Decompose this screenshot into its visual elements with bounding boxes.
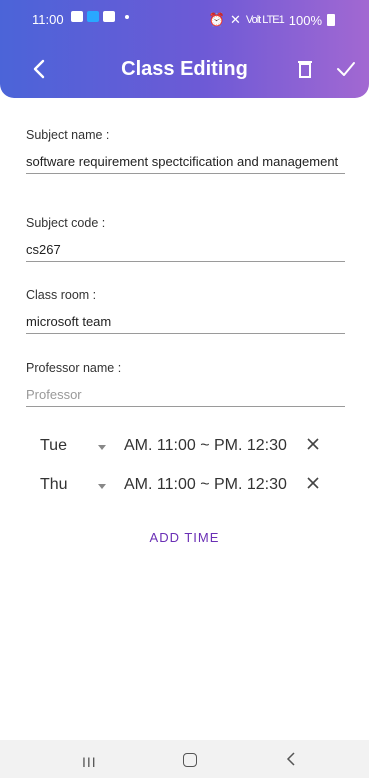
- time-row: Thu AM. 11:00 ~ PM. 12:30: [36, 474, 336, 498]
- home-button[interactable]: [183, 753, 197, 767]
- subject-code-field: Subject code : cs267: [26, 216, 345, 262]
- alarm-icon: ⏰: [208, 12, 225, 27]
- professor-name-field: Professor name : Professor: [26, 361, 345, 407]
- status-right: ⏰ ✕ Volt LTE1 100%: [209, 12, 335, 28]
- class-room-label: Class room :: [26, 288, 97, 302]
- more-notifications-icon: [125, 14, 129, 19]
- message-icon: [103, 11, 115, 22]
- gallery-icon: [71, 11, 83, 22]
- subject-name-field: Subject name : software requirement spec…: [26, 128, 345, 174]
- status-time: 11:00: [32, 12, 64, 27]
- class-room-field: Class room : microsoft team: [26, 288, 345, 334]
- notification-icons: [71, 11, 129, 22]
- trash-icon[interactable]: [295, 58, 315, 80]
- app-bar: Class Editing: [0, 44, 369, 94]
- status-bar: 11:00 ⏰ ✕ Volt LTE1 100%: [0, 0, 369, 40]
- subject-name-label: Subject name :: [26, 128, 110, 142]
- time-row: Tue AM. 11:00 ~ PM. 12:30: [36, 435, 336, 459]
- battery-text: 100%: [288, 12, 322, 28]
- time-range[interactable]: AM. 11:00 ~ PM. 12:30: [124, 437, 287, 455]
- system-nav-bar: III: [0, 740, 369, 778]
- top-gradient-header: 11:00 ⏰ ✕ Volt LTE1 100% Class Editing: [0, 0, 369, 98]
- close-icon[interactable]: [306, 476, 320, 490]
- subject-code-input[interactable]: cs267: [26, 242, 345, 262]
- subject-name-input[interactable]: software requirement spectcification and…: [26, 154, 345, 174]
- professor-name-label: Professor name :: [26, 361, 122, 375]
- recent-apps-button[interactable]: III: [82, 754, 97, 770]
- check-icon[interactable]: [336, 60, 356, 78]
- nav-back-icon[interactable]: [284, 751, 298, 767]
- class-room-input[interactable]: microsoft team: [26, 314, 345, 334]
- add-time-button[interactable]: ADD TIME: [0, 530, 369, 545]
- battery-icon: [327, 14, 335, 26]
- day-select[interactable]: Thu: [40, 476, 68, 494]
- chevron-down-icon[interactable]: [98, 445, 106, 450]
- app-notification-icon: [87, 11, 99, 22]
- mute-icon: ✕: [229, 12, 241, 27]
- chevron-down-icon[interactable]: [98, 484, 106, 489]
- close-icon[interactable]: [306, 437, 320, 451]
- day-select[interactable]: Tue: [40, 437, 67, 455]
- professor-name-input[interactable]: Professor: [26, 387, 345, 407]
- time-range[interactable]: AM. 11:00 ~ PM. 12:30: [124, 476, 287, 494]
- signal-text: Volt LTE1: [245, 14, 285, 26]
- subject-code-label: Subject code :: [26, 216, 106, 230]
